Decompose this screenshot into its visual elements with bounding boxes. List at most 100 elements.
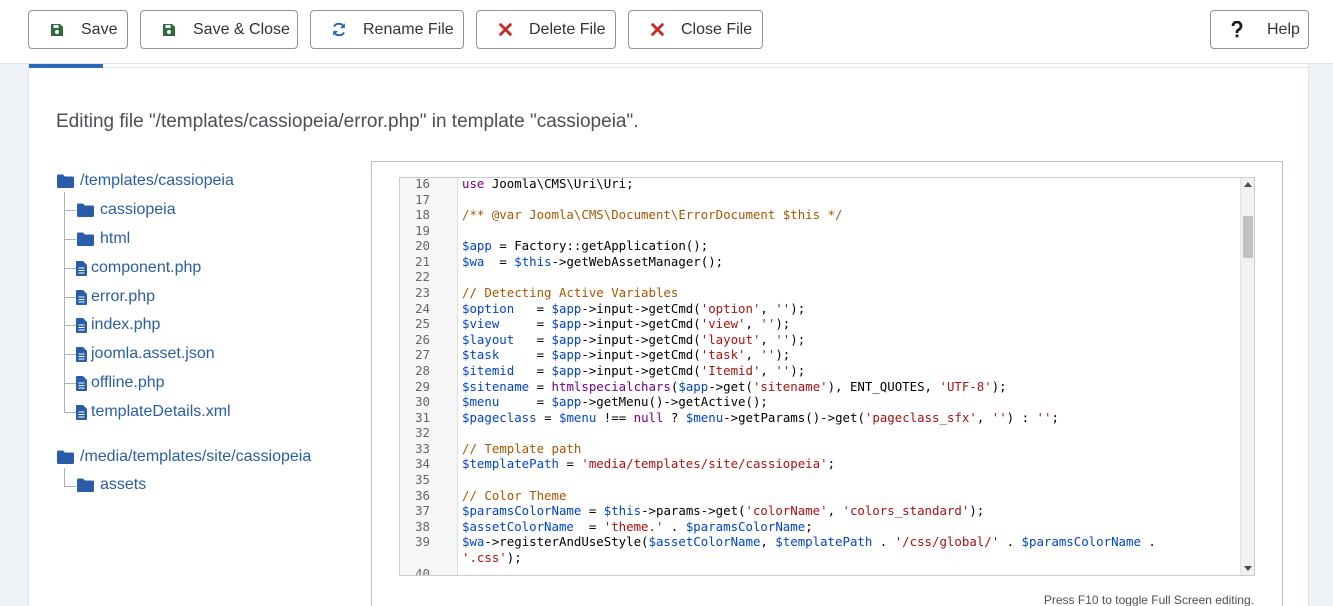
- close-icon: [497, 22, 513, 38]
- active-tab-indicator[interactable]: [29, 64, 103, 68]
- line-number: 29: [415, 378, 430, 394]
- code-line[interactable]: 32: [400, 425, 1240, 441]
- scrollbar-thumb[interactable]: [1243, 216, 1253, 258]
- tree-connector: [64, 383, 76, 384]
- tree-file-offline-php[interactable]: offline.php: [76, 374, 165, 392]
- line-number: 38: [415, 518, 430, 534]
- code-line[interactable]: 16 use Joomla\CMS\Uri\Uri;: [400, 177, 1240, 192]
- code-line[interactable]: 18 /** @var Joomla\CMS\Document\ErrorDocu…: [400, 207, 1240, 223]
- delete-file-button[interactable]: Delete File: [476, 10, 616, 49]
- folder-icon: [77, 232, 94, 246]
- tree-connector: [64, 192, 65, 413]
- code-line[interactable]: 24 $option = $app->input->getCmd('option'…: [400, 301, 1240, 317]
- code-text: // Detecting Active Variables: [462, 285, 679, 301]
- editor-scrollbar[interactable]: [1240, 178, 1254, 575]
- file-icon: [76, 404, 87, 420]
- code-line[interactable]: 31 $pageclass = $menu !== null ? $menu->g…: [400, 410, 1240, 426]
- tree-file-joomla-asset-json[interactable]: joomla.asset.json: [76, 345, 215, 363]
- tree-folder-assets[interactable]: assets: [77, 476, 146, 494]
- code-line[interactable]: 27 $task = $app->input->getCmd('task', ''…: [400, 347, 1240, 363]
- tree-folder-templates-cassiopeia[interactable]: /templates/cassiopeia: [57, 172, 234, 190]
- line-number: 34: [415, 456, 430, 472]
- code-text: $sitename = htmlspecialchars($app->get('…: [462, 378, 1007, 394]
- code-line[interactable]: 29 $sitename = htmlspecialchars($app->get…: [400, 379, 1240, 395]
- help-button[interactable]: Help: [1210, 10, 1309, 49]
- code-text: $wa = $this->getWebAssetManager();: [462, 253, 724, 269]
- file-icon: [76, 289, 87, 305]
- code-line[interactable]: 17: [400, 192, 1240, 208]
- tree-connector: [64, 354, 76, 355]
- code-line[interactable]: 28 $itemid = $app->input->getCmd('Itemid'…: [400, 363, 1240, 379]
- tree-connector: [64, 268, 76, 269]
- line-number: 39: [415, 534, 430, 550]
- code-line[interactable]: 19: [400, 223, 1240, 239]
- tree-file-templatedetails-xml[interactable]: templateDetails.xml: [76, 403, 231, 421]
- tree-connector: [64, 239, 76, 240]
- line-number: 32: [415, 425, 430, 441]
- code-text: $assetColorName = 'theme.' . $paramsColo…: [462, 518, 813, 534]
- code-line[interactable]: 36 // Color Theme: [400, 488, 1240, 504]
- save-button[interactable]: Save: [28, 10, 128, 49]
- tree-connector: [64, 325, 76, 326]
- scroll-up-icon[interactable]: [1244, 182, 1252, 187]
- line-number: 16: [415, 177, 430, 191]
- tree-connector: [64, 412, 76, 413]
- code-line[interactable]: 22: [400, 269, 1240, 285]
- code-line[interactable]: '.css');: [400, 550, 1240, 566]
- scroll-down-icon[interactable]: [1244, 566, 1252, 571]
- floppy-disk-icon: [49, 22, 65, 38]
- tree-connector: [64, 468, 65, 486]
- tree-label: index.php: [91, 316, 161, 333]
- code-line[interactable]: 25 $view = $app->input->getCmd('view', ''…: [400, 316, 1240, 332]
- tree-connector: [64, 486, 76, 487]
- code-line[interactable]: 33 // Template path: [400, 441, 1240, 457]
- code-text: $templatePath = 'media/templates/site/ca…: [462, 456, 836, 472]
- code-line[interactable]: 23 // Detecting Active Variables: [400, 285, 1240, 301]
- code-line[interactable]: 38 $assetColorName = 'theme.' . $paramsCo…: [400, 519, 1240, 535]
- code-line[interactable]: 39 $wa->registerAndUseStyle($assetColorNa…: [400, 534, 1240, 550]
- code-text: $wa->registerAndUseStyle($assetColorName…: [462, 534, 1156, 550]
- tree-file-index-php[interactable]: index.php: [76, 316, 160, 334]
- question-icon: [1229, 21, 1245, 38]
- folder-icon: [77, 478, 94, 492]
- tree-folder-media-templates[interactable]: /media/templates/site/cassiopeia: [57, 448, 311, 466]
- code-line[interactable]: 26 $layout = $app->input->getCmd('layout'…: [400, 332, 1240, 348]
- file-icon: [76, 375, 87, 391]
- tree-label: /templates/cassiopeia: [80, 172, 234, 189]
- folder-icon: [57, 174, 74, 188]
- code-text: $option = $app->input->getCmd('option', …: [462, 300, 806, 316]
- line-number: 19: [415, 222, 430, 238]
- code-line[interactable]: 30 $menu = $app->getMenu()->getActive();: [400, 394, 1240, 410]
- tree-file-component-php[interactable]: component.php: [76, 259, 201, 277]
- save-close-button[interactable]: Save & Close: [140, 10, 298, 49]
- code-text: use Joomla\CMS\Uri\Uri;: [462, 177, 634, 191]
- line-number: 17: [415, 191, 430, 207]
- tree-label: html: [100, 230, 131, 247]
- code-line[interactable]: 37 $paramsColorName = $this->params->get(…: [400, 503, 1240, 519]
- rename-file-button[interactable]: Rename File: [310, 10, 464, 49]
- code-editor[interactable]: 16 use Joomla\CMS\Uri\Uri; 17 18 /** @var Jo…: [399, 177, 1255, 576]
- close-file-button[interactable]: Close File: [628, 10, 763, 49]
- refresh-icon: [331, 22, 347, 38]
- floppy-disk-icon: [161, 22, 177, 38]
- tree-file-error-php[interactable]: error.php: [76, 288, 155, 306]
- tree-folder-cassiopeia[interactable]: cassiopeia: [77, 201, 176, 219]
- code-line[interactable]: 21 $wa = $this->getWebAssetManager();: [400, 254, 1240, 270]
- line-number: 28: [415, 362, 430, 378]
- code-text: $view = $app->input->getCmd('view', '');: [462, 316, 791, 332]
- line-number: 18: [415, 207, 430, 223]
- line-number: 24: [415, 300, 430, 316]
- line-number: 30: [415, 394, 430, 410]
- code-line[interactable]: 34 $templatePath = 'media/templates/site/…: [400, 456, 1240, 472]
- line-number: 26: [415, 331, 430, 347]
- line-number: 25: [415, 316, 430, 332]
- line-number: 31: [415, 409, 430, 425]
- code-text: $paramsColorName = $this->params->get('c…: [462, 503, 985, 519]
- code-line[interactable]: 35: [400, 472, 1240, 488]
- file-icon: [76, 260, 87, 276]
- folder-icon: [77, 203, 94, 217]
- code-line[interactable]: 20 $app = Factory::getApplication();: [400, 238, 1240, 254]
- line-number: 37: [415, 503, 430, 519]
- tree-folder-html[interactable]: html: [77, 230, 130, 248]
- line-number: 35: [415, 472, 430, 488]
